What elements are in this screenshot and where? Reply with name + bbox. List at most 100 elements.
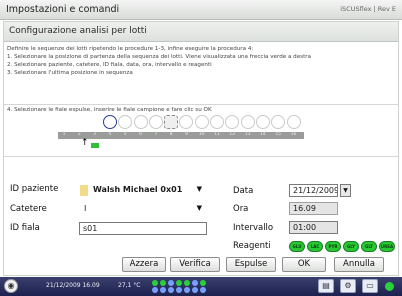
patient-label: ID paziente xyxy=(10,184,59,194)
instruction-step-3: 3. Selezionare l'ultima posizione in seq… xyxy=(7,70,133,76)
cancel-button[interactable]: Annulla xyxy=(334,257,384,272)
status-led-icon xyxy=(152,287,158,293)
vial-slot-selected[interactable] xyxy=(164,115,179,129)
status-led-icon xyxy=(168,287,174,293)
reagent-list: GLU LAC PYR GLY GLT UREA xyxy=(289,241,399,253)
status-indicator-icon xyxy=(385,282,394,291)
reagent-badge[interactable]: GLU xyxy=(289,241,305,252)
reagents-label: Reagenti xyxy=(233,241,271,251)
status-led-icon xyxy=(192,287,198,293)
interval-label: Intervallo xyxy=(233,223,274,233)
status-led-icon xyxy=(152,280,158,286)
interval-input[interactable]: 01:00 xyxy=(289,221,338,234)
rack-position-number: 3 xyxy=(93,132,97,137)
panel-title: Configurazione analisi per lotti xyxy=(9,26,147,36)
rack-position-number: 12 xyxy=(229,132,236,137)
panel-header: Configurazione analisi per lotti xyxy=(4,22,398,42)
calendar-dropdown-button[interactable]: ▼ xyxy=(340,184,351,197)
reagent-badge[interactable]: PYR xyxy=(325,241,341,252)
button-bar: Azzera Verifica Espulse OK Annulla xyxy=(4,254,398,276)
batch-config-panel: Configurazione analisi per lotti Definir… xyxy=(3,21,399,276)
date-label: Data xyxy=(233,186,254,196)
vial-slot[interactable] xyxy=(194,115,209,129)
vial-slot[interactable] xyxy=(210,115,224,129)
reagent-badge[interactable]: UREA xyxy=(379,241,395,252)
rack-position-number: 9 xyxy=(184,132,188,137)
gear-icon[interactable]: ⚙ xyxy=(340,279,356,293)
vial-slot[interactable] xyxy=(240,115,255,129)
status-led-icon xyxy=(176,287,182,293)
reagent-badge[interactable]: GLY xyxy=(343,241,359,252)
catheter-dropdown[interactable]: I ▼ xyxy=(81,203,205,216)
home-icon[interactable]: ◉ xyxy=(4,279,18,293)
time-value: 16.09 xyxy=(293,204,316,213)
instruction-step-4: 4. Selezionare le fiale espulse, inserir… xyxy=(7,107,212,113)
instruction-step-2: 2. Selezionare paziente, catetere, ID fi… xyxy=(7,62,212,68)
status-leds xyxy=(152,280,212,293)
time-field: 16.09 xyxy=(289,202,338,215)
status-led-icon xyxy=(176,280,182,286)
interval-value: 01:00 xyxy=(293,223,317,232)
instructions: Definire le sequenze dei lotti ripetendo… xyxy=(7,45,397,77)
vial-slot[interactable] xyxy=(133,115,148,129)
vial-slot[interactable] xyxy=(286,115,301,129)
vial-slot[interactable] xyxy=(148,115,163,129)
date-value: 21/12/2009 xyxy=(293,186,338,195)
brand-label: iSCUSflex | Rev E xyxy=(340,5,396,13)
divider xyxy=(4,104,398,105)
reagent-badge[interactable]: GLT xyxy=(361,241,377,252)
status-led-icon xyxy=(200,287,206,293)
vial-slot[interactable] xyxy=(255,115,270,129)
taskbar: ◉ 21/12/2009 16.09 27,1 °C ▤ ⚙ ▭ xyxy=(0,277,402,296)
vial-label: ID fiala xyxy=(10,223,40,233)
document-icon[interactable]: ▤ xyxy=(318,279,334,293)
rack-position-number: 13 xyxy=(244,132,251,137)
rack-position-number: 8 xyxy=(169,132,173,137)
time-label: Ora xyxy=(233,204,249,214)
instruction-step-1: 1. Selezionare la posizione di partenza … xyxy=(7,54,312,60)
rack-position-number: 15 xyxy=(275,132,282,137)
catheter-label: Catetere xyxy=(10,204,47,214)
rack-position-number: 6 xyxy=(139,132,142,137)
status-led-icon xyxy=(168,280,174,286)
vial-slot[interactable] xyxy=(179,115,194,129)
taskbar-temperature: 27,1 °C xyxy=(118,282,141,289)
eject-button[interactable]: Espulse xyxy=(226,257,276,272)
vial-slot[interactable] xyxy=(118,115,133,129)
window-title: Impostazioni e comandi xyxy=(6,4,120,15)
reagent-badge[interactable]: LAC xyxy=(307,241,323,252)
rack-position-number: 1 xyxy=(62,132,66,137)
rack-position-number: 11 xyxy=(214,132,220,137)
rack-position-number: 16 xyxy=(290,132,297,137)
chevron-down-icon: ▼ xyxy=(196,204,202,212)
rack-position-number: 10 xyxy=(198,132,205,137)
window-titlebar: Impostazioni e comandi iSCUSflex | Rev E xyxy=(0,0,402,20)
vial-slot-start[interactable] xyxy=(102,115,117,129)
reset-button[interactable]: Azzera xyxy=(122,257,166,272)
vial-rack: 1 2 3 4 5 6 7 8 9 10 11 12 13 14 15 16 xyxy=(58,115,304,139)
patient-dropdown[interactable]: Walsh Michael 0x01 ▼ xyxy=(90,184,205,197)
rack-position-number: 5 xyxy=(123,132,127,137)
vial-value: s01 xyxy=(83,224,98,233)
rack-position-number: 2 xyxy=(77,132,81,137)
date-input[interactable]: 21/12/2009 xyxy=(289,184,338,197)
start-position-marker xyxy=(91,143,99,148)
rack-position-number: 14 xyxy=(260,132,266,137)
vial-slot[interactable] xyxy=(225,115,240,129)
chevron-down-icon: ▼ xyxy=(196,185,202,193)
vial-slot[interactable] xyxy=(271,115,286,129)
patient-value: Walsh Michael 0x01 xyxy=(93,185,183,194)
monitor-icon[interactable]: ▭ xyxy=(362,279,378,293)
instruction-intro: Definire le sequenze dei lotti ripetendo… xyxy=(7,46,254,52)
divider xyxy=(4,156,398,157)
status-led-icon xyxy=(184,280,190,286)
verify-button[interactable]: Verifica xyxy=(170,257,220,272)
status-led-icon xyxy=(160,287,166,293)
rack-position-number: 4 xyxy=(108,132,112,137)
ok-button[interactable]: OK xyxy=(282,257,326,272)
taskbar-datetime: 21/12/2009 16.09 xyxy=(46,282,100,289)
rack-position-number: 7 xyxy=(154,132,158,137)
vial-id-input[interactable]: s01 xyxy=(79,222,207,235)
arrow-up-icon: ↑ xyxy=(81,138,89,148)
status-led-icon xyxy=(200,280,206,286)
